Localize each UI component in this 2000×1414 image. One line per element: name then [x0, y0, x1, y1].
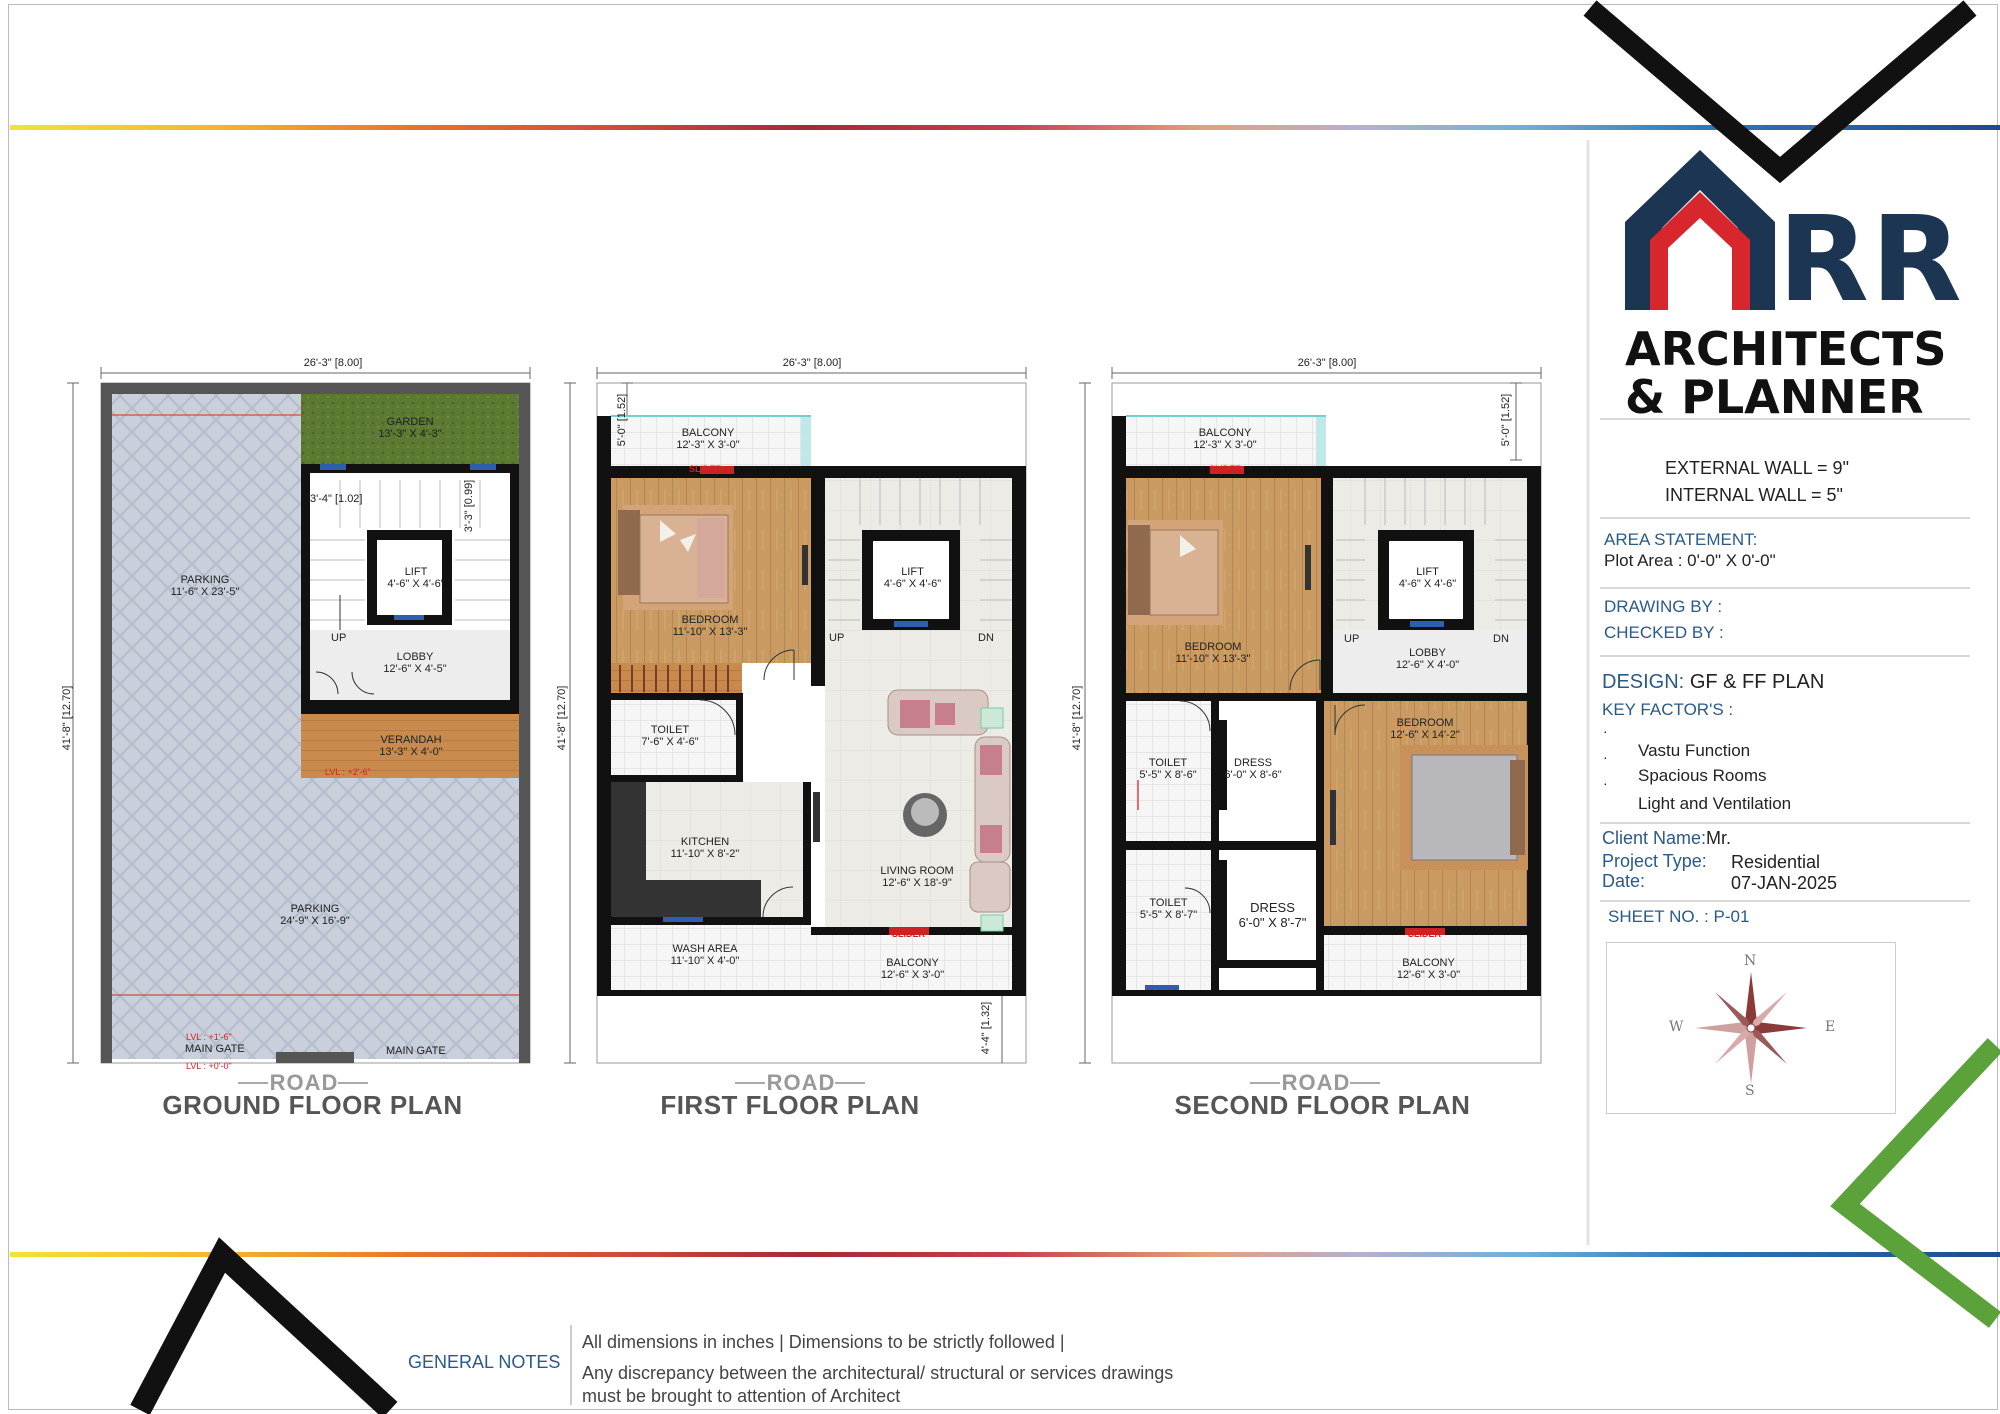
design-value: GF & FF PLAN	[1689, 671, 1825, 693]
divider	[1600, 517, 1970, 519]
area-statement-heading: AREA STATEMENT:	[1604, 530, 1758, 549]
compass-s: S	[1745, 1083, 1755, 1099]
divider	[1600, 655, 1970, 657]
date-label: Date:	[1602, 871, 1646, 891]
key-factors-heading: KEY FACTOR'S :	[1602, 700, 1734, 719]
divider	[1600, 900, 1970, 902]
notes-divider	[570, 1325, 572, 1405]
bullet: ·	[1603, 775, 1608, 791]
compass-box: N S E W	[1606, 942, 1896, 1114]
date-value: 07-JAN-2025	[1731, 873, 1838, 893]
firm-name-line2: & PLANNER	[1625, 370, 1924, 424]
general-note-line1: All dimensions in inches | Dimensions to…	[582, 1332, 1065, 1352]
key-factor-item: Light and Ventilation	[1638, 794, 1792, 813]
general-note-line3: must be brought to attention of Architec…	[582, 1386, 901, 1406]
general-note-line2: Any discrepancy between the architectura…	[582, 1363, 1174, 1383]
design-label: DESIGN:	[1602, 671, 1685, 693]
client-value: Mr.	[1706, 828, 1732, 848]
bullet: ·	[1603, 723, 1608, 739]
project-type-value: Residential	[1731, 852, 1821, 872]
general-notes-label: GENERAL NOTES	[408, 1352, 561, 1372]
divider	[1600, 418, 1970, 420]
sheet-no: SHEET NO. : P-01	[1608, 907, 1750, 926]
plot-area: Plot Area : 0'-0" X 0'-0"	[1604, 551, 1776, 570]
project-type-label: Project Type:	[1602, 851, 1707, 871]
key-factor-item: Vastu Function	[1638, 741, 1751, 760]
compass-e: E	[1825, 1019, 1836, 1035]
firm-name-line1: ARCHITECTS	[1625, 322, 1947, 376]
client-row: Client Name:Mr.	[1602, 828, 1731, 849]
checked-by: CHECKED BY :	[1604, 623, 1724, 642]
logo-letters: RR	[1778, 190, 1964, 328]
design-row: DESIGN: GF & FF PLAN	[1602, 671, 1824, 694]
client-label: Client Name:	[1602, 828, 1707, 848]
internal-wall: INTERNAL WALL = 5"	[1665, 485, 1843, 505]
compass-n: N	[1744, 953, 1757, 969]
divider	[1600, 587, 1970, 589]
key-factor-item: Spacious Rooms	[1638, 766, 1767, 785]
drawing-by: DRAWING BY :	[1604, 597, 1723, 616]
compass-w: W	[1669, 1019, 1684, 1035]
bullet: ·	[1603, 749, 1608, 765]
external-wall: EXTERNAL WALL = 9"	[1665, 458, 1849, 478]
divider	[1600, 822, 1970, 824]
